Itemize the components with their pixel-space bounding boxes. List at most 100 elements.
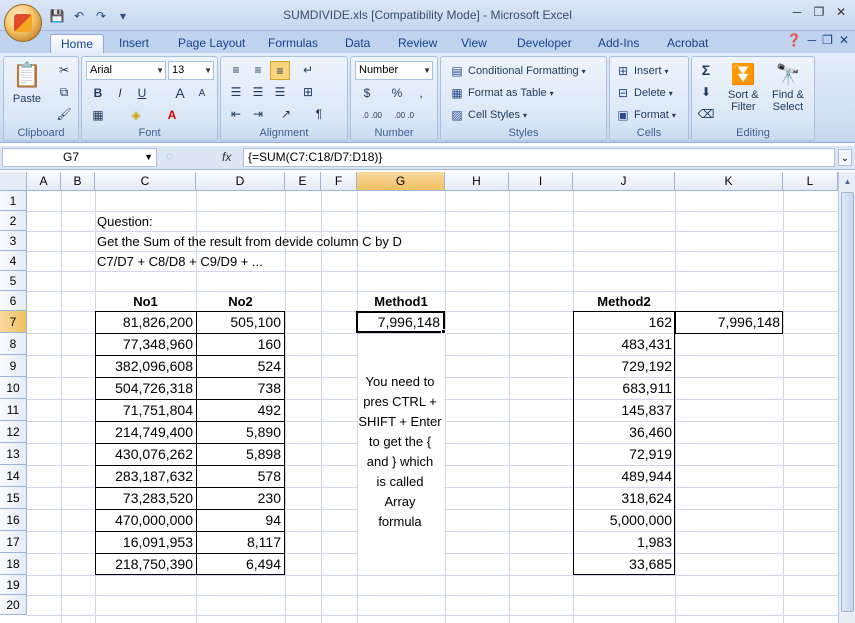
tab-data[interactable]: Data — [335, 34, 380, 53]
row-header-20[interactable]: 20 — [0, 595, 27, 615]
cell-c13[interactable]: 430,076,262 — [95, 443, 197, 466]
row-header-13[interactable]: 13 — [0, 443, 27, 465]
cell-j17[interactable]: 1,983 — [573, 531, 675, 553]
bold-button[interactable]: B — [88, 84, 108, 103]
sort-filter-button[interactable]: ⏬ Sort & Filter — [728, 61, 759, 113]
row-header-12[interactable]: 12 — [0, 421, 27, 443]
header-method2[interactable]: Method2 — [573, 292, 675, 312]
format-as-table-button[interactable]: ▦ Format as Table ▾ — [449, 85, 553, 101]
conditional-formatting-button[interactable]: ▤ Conditional Formatting ▾ — [449, 63, 585, 79]
vertical-scrollbar[interactable]: ▲ — [838, 172, 855, 623]
format-painter-icon[interactable]: 🖌 — [54, 105, 74, 124]
tab-developer[interactable]: Developer — [507, 34, 582, 53]
column-header-a[interactable]: A — [27, 172, 61, 191]
row-header-11[interactable]: 11 — [0, 399, 27, 421]
cell-d17[interactable]: 8,117 — [196, 531, 285, 554]
cell-j13[interactable]: 72,919 — [573, 443, 675, 465]
cell-c8[interactable]: 77,348,960 — [95, 333, 197, 356]
header-no2[interactable]: No2 — [196, 292, 285, 312]
row-header-4[interactable]: 4 — [0, 251, 27, 271]
cell-j18[interactable]: 33,685 — [573, 553, 675, 575]
question-line-2[interactable]: C7/D7 + C8/D8 + C9/D9 + ... — [97, 252, 263, 272]
increase-decimal-button[interactable]: .0 .00 — [359, 106, 385, 125]
cell-c12[interactable]: 214,749,400 — [95, 421, 197, 444]
column-header-f[interactable]: F — [321, 172, 357, 191]
cell-c14[interactable]: 283,187,632 — [95, 465, 197, 488]
cell-j14[interactable]: 489,944 — [573, 465, 675, 487]
row-header-15[interactable]: 15 — [0, 487, 27, 509]
column-header-i[interactable]: I — [509, 172, 573, 191]
row-header-3[interactable]: 3 — [0, 231, 27, 251]
shrink-font-button[interactable]: A — [192, 84, 212, 103]
currency-button[interactable]: $ — [357, 84, 377, 103]
cell-j9[interactable]: 729,192 — [573, 355, 675, 377]
row-header-6[interactable]: 6 — [0, 291, 27, 311]
cell-c18[interactable]: 218,750,390 — [95, 553, 197, 575]
align-left-icon[interactable]: ☰ — [226, 83, 246, 102]
close-button[interactable]: ✕ — [831, 4, 851, 20]
cell-c9[interactable]: 382,096,608 — [95, 355, 197, 378]
tab-view[interactable]: View — [451, 34, 497, 53]
cell-c15[interactable]: 73,283,520 — [95, 487, 197, 510]
cell-c7[interactable]: 81,826,200 — [95, 311, 197, 334]
percent-button[interactable]: % — [387, 84, 407, 103]
array-formula-note[interactable]: You need to pres CTRL + SHIFT + Enter to… — [357, 372, 443, 532]
question-label[interactable]: Question: — [97, 212, 153, 232]
row-header-18[interactable]: 18 — [0, 553, 27, 575]
tab-page-layout[interactable]: Page Layout — [168, 34, 255, 53]
autosum-button[interactable]: Σ — [696, 61, 716, 80]
scrollbar-thumb[interactable] — [841, 192, 854, 612]
borders-icon[interactable]: ▦ — [88, 106, 108, 125]
copy-icon[interactable]: ⧉ — [54, 83, 74, 102]
cell-c16[interactable]: 470,000,000 — [95, 509, 197, 532]
column-header-c[interactable]: C — [95, 172, 196, 191]
cell-c10[interactable]: 504,726,318 — [95, 377, 197, 400]
ribbon-close-icon[interactable]: ✕ — [839, 33, 849, 47]
scroll-up-icon[interactable]: ▲ — [841, 174, 854, 189]
cell-c17[interactable]: 16,091,953 — [95, 531, 197, 554]
cell-d8[interactable]: 160 — [196, 333, 285, 356]
row-header-5[interactable]: 5 — [0, 271, 27, 291]
grow-font-button[interactable]: A — [170, 84, 190, 103]
row-header-19[interactable]: 19 — [0, 575, 27, 595]
fill-handle[interactable] — [441, 329, 446, 334]
header-no1[interactable]: No1 — [95, 292, 196, 312]
cell-j10[interactable]: 683,911 — [573, 377, 675, 399]
wrap-text-icon[interactable]: ↵ — [298, 61, 318, 80]
tab-acrobat[interactable]: Acrobat — [657, 34, 718, 53]
fill-icon[interactable]: ⬇ — [696, 83, 716, 102]
format-cells-button[interactable]: ▣ Format ▾ — [615, 107, 676, 123]
column-header-j[interactable]: J — [573, 172, 675, 191]
row-header-17[interactable]: 17 — [0, 531, 27, 553]
worksheet-grid[interactable]: A B C D E F G H I J K L 1 2 3 4 5 6 7 8 … — [0, 172, 838, 623]
number-format-select[interactable]: Number ▼ — [355, 61, 433, 80]
increase-indent-icon[interactable]: ⇥ — [248, 105, 268, 124]
cell-j15[interactable]: 318,624 — [573, 487, 675, 509]
insert-function-button[interactable]: fx — [222, 150, 231, 164]
row-header-9[interactable]: 9 — [0, 355, 27, 377]
tab-insert[interactable]: Insert — [109, 34, 159, 53]
decrease-indent-icon[interactable]: ⇤ — [226, 105, 246, 124]
text-direction-icon[interactable]: ¶ — [309, 105, 329, 124]
question-line-1[interactable]: Get the Sum of the result from devide co… — [97, 232, 402, 252]
office-button[interactable] — [4, 4, 42, 42]
cell-j12[interactable]: 36,460 — [573, 421, 675, 443]
row-header-1[interactable]: 1 — [0, 191, 27, 211]
column-header-k[interactable]: K — [675, 172, 783, 191]
ribbon-minimize-icon[interactable]: ─ — [808, 33, 817, 47]
name-box[interactable]: G7 ▼ — [2, 148, 157, 167]
ribbon-restore-icon[interactable]: ❐ — [822, 33, 833, 47]
column-header-g[interactable]: G — [357, 172, 445, 191]
row-header-14[interactable]: 14 — [0, 465, 27, 487]
row-header-16[interactable]: 16 — [0, 509, 27, 531]
column-header-l[interactable]: L — [783, 172, 838, 191]
cell-d13[interactable]: 5,898 — [196, 443, 285, 466]
align-middle-icon[interactable]: ≡ — [248, 61, 268, 80]
tab-review[interactable]: Review — [388, 34, 447, 53]
cell-c11[interactable]: 71,751,804 — [95, 399, 197, 422]
formula-input[interactable]: {=SUM(C7:C18/D7:D18)} — [243, 148, 835, 167]
clear-icon[interactable]: ⌫ — [696, 105, 716, 124]
restore-button[interactable]: ❐ — [809, 4, 829, 20]
cut-icon[interactable]: ✂ — [54, 61, 74, 80]
cell-d9[interactable]: 524 — [196, 355, 285, 378]
